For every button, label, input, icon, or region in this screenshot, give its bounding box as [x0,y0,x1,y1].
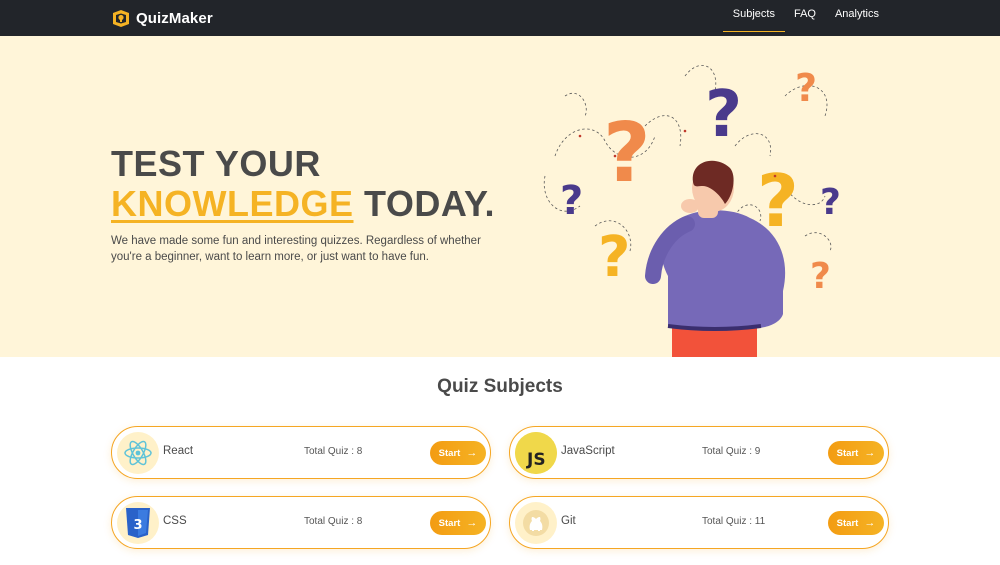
nav-subjects[interactable]: Subjects [722,0,786,36]
total-quiz: Total Quiz : 8 [304,446,363,457]
subject-card-javascript[interactable]: JS JavaScript Total Quiz : 9 Start → [509,426,889,479]
hero-title-rest: TODAY. [353,183,496,224]
start-label: Start [438,447,461,459]
person-with-question-marks-illustration: ? ? ? ? ? ? ? ? [543,65,841,357]
start-button[interactable]: Start → [430,511,486,535]
subject-card-css[interactable]: 3 CSS Total Quiz : 8 Start → [111,496,491,549]
quizmaker-logo-icon [113,10,129,27]
javascript-icon: JS [515,432,557,474]
arrow-right-icon: → [466,517,478,529]
subject-name: React [163,445,194,457]
svg-text:?: ? [705,78,742,152]
total-quiz: Total Quiz : 8 [304,516,363,527]
react-logo [117,432,159,474]
total-quiz: Total Quiz : 11 [702,516,766,527]
react-icon [124,440,152,466]
hero-title: TEST YOUR KNOWLEDGE TODAY. [111,144,495,224]
subject-name: JavaScript [561,445,615,457]
svg-text:?: ? [820,182,841,223]
nav-analytics[interactable]: Analytics [835,0,879,36]
start-label: Start [438,517,461,529]
hero-section: TEST YOUR KNOWLEDGE TODAY. We have made … [0,36,1000,357]
hero-title-highlight: KNOWLEDGE [111,183,354,224]
hero-title-line2: KNOWLEDGE TODAY. [111,184,495,224]
javascript-logo: JS [515,432,557,474]
nav-faq[interactable]: FAQ [794,0,816,36]
total-quiz: Total Quiz : 9 [702,446,761,457]
arrow-right-icon: → [864,447,876,459]
section-title-quiz-subjects: Quiz Subjects [437,376,563,397]
hero-description: We have made some fun and interesting qu… [111,235,481,263]
css3-icon: 3 [126,508,150,538]
subject-name: Git [561,515,576,527]
brand-name: QuizMaker [136,9,213,27]
start-button[interactable]: Start → [828,511,884,535]
git-icon [523,510,549,536]
start-label: Start [836,517,859,529]
arrow-right-icon: → [864,517,876,529]
git-logo [515,502,557,544]
hero-title-line1: TEST YOUR [111,143,321,184]
start-button[interactable]: Start → [430,441,486,465]
arrow-right-icon: → [466,447,478,459]
svg-text:?: ? [598,225,630,290]
svg-text:JS: JS [526,450,546,470]
brand[interactable]: QuizMaker [111,6,213,30]
svg-text:3: 3 [133,518,142,533]
css-logo: 3 [117,502,159,544]
subject-name: CSS [163,515,187,527]
svg-text:?: ? [795,66,817,110]
svg-text:?: ? [810,256,831,297]
navbar: QuizMaker Subjects FAQ Analytics [0,0,1000,36]
subject-card-react[interactable]: React Total Quiz : 8 Start → [111,426,491,479]
svg-text:?: ? [603,106,651,201]
start-label: Start [836,447,859,459]
start-button[interactable]: Start → [828,441,884,465]
svg-text:?: ? [560,178,583,224]
subject-card-git[interactable]: Git Total Quiz : 11 Start → [509,496,889,549]
nav-links: Subjects FAQ Analytics [722,0,879,36]
